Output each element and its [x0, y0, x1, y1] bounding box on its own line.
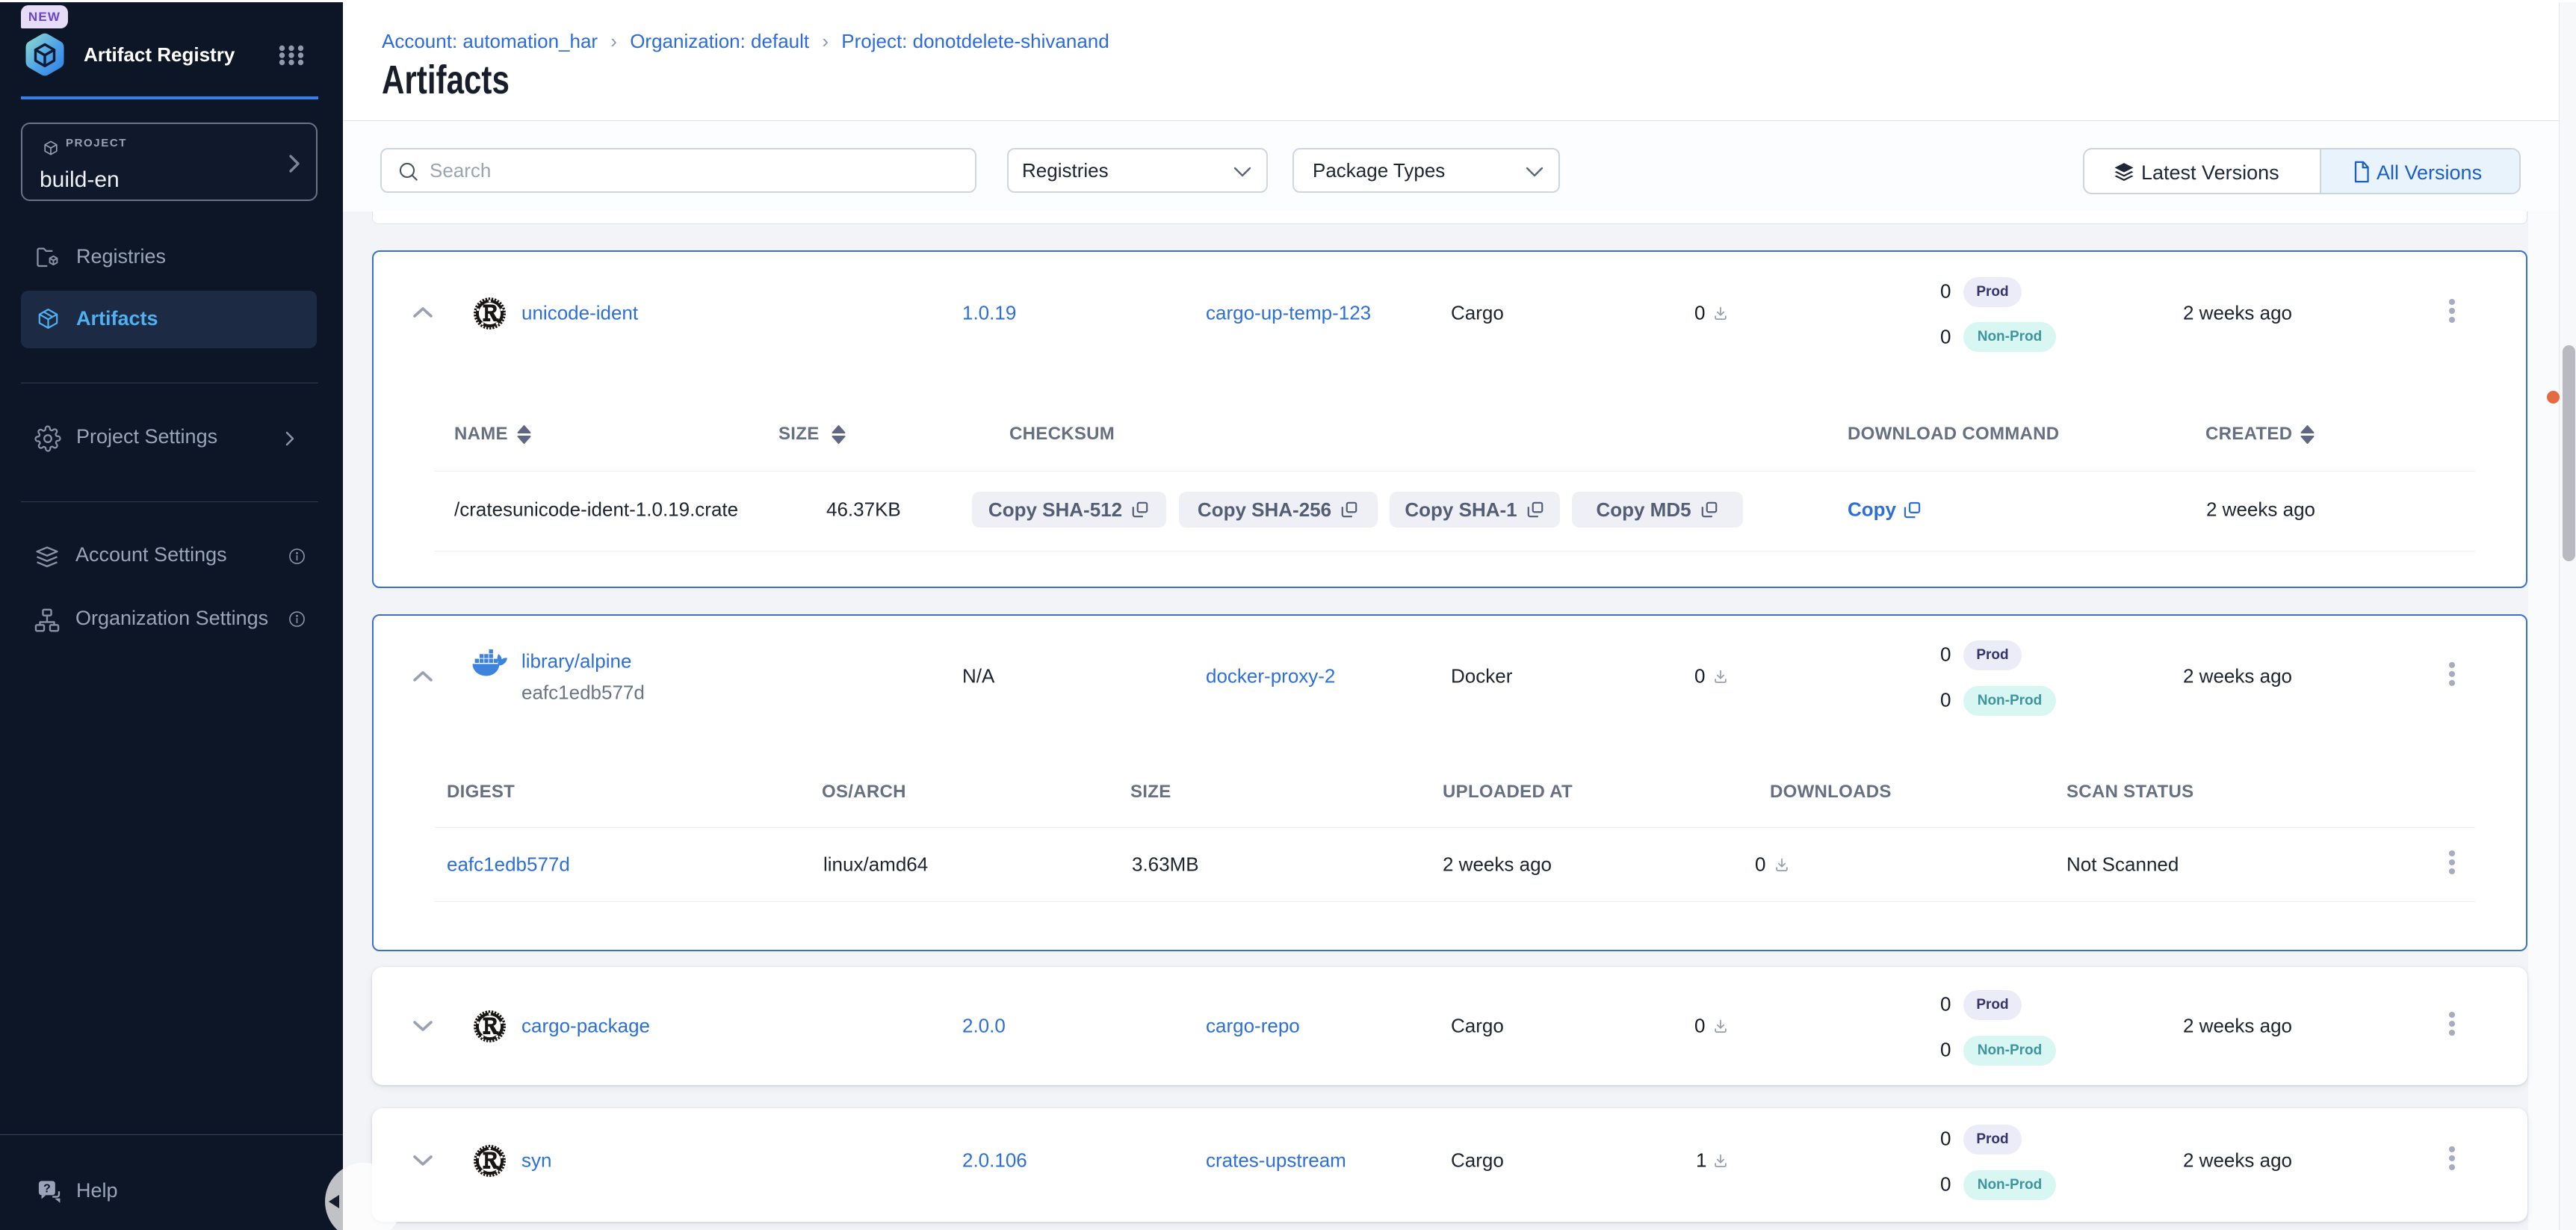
svg-text:?: ?	[43, 1182, 51, 1196]
